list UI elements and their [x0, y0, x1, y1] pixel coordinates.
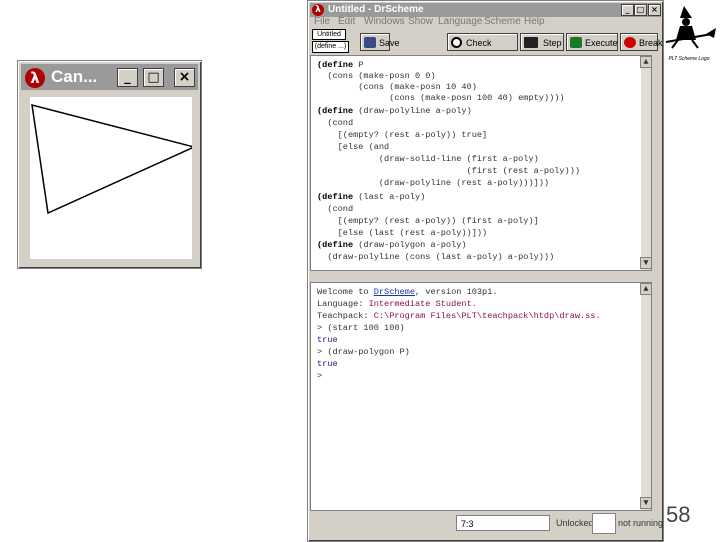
file-name-button[interactable]: Untitled	[312, 29, 346, 40]
drawing-canvas	[30, 97, 197, 259]
running-indicator-box	[592, 513, 616, 534]
menu-scheme[interactable]: Scheme	[484, 15, 521, 29]
code-line: (draw-polyline (cons (last a-poly) a-pol…	[317, 252, 555, 262]
code-line: (cond	[317, 204, 354, 214]
step-button[interactable]: Step	[520, 33, 564, 51]
save-button[interactable]: Save	[360, 33, 400, 51]
magnifier-icon	[451, 37, 462, 48]
drscheme-window: λ Untitled - DrScheme _ □ × File Edit Wi…	[307, 0, 664, 542]
scroll-up-arrow[interactable]: ▲	[640, 283, 652, 295]
break-label: Break	[639, 38, 663, 48]
lambda-icon: λ	[25, 68, 45, 88]
step-icon	[524, 37, 538, 48]
menu-bar: File Edit Windows Show Language Scheme H…	[314, 15, 654, 29]
save-label: Save	[379, 38, 400, 48]
code-line: (draw-solid-line (first a-poly)	[317, 154, 539, 164]
menu-help[interactable]: Help	[524, 15, 545, 29]
code-line: (define P	[317, 60, 364, 70]
repl-result: true	[317, 359, 338, 369]
canvas-window: λ Can... _ □ ×	[17, 60, 202, 269]
code-line: (define (draw-polyline a-poly)	[317, 106, 472, 116]
drscheme-link[interactable]: DrScheme	[374, 287, 415, 297]
scroll-down-arrow[interactable]: ▼	[640, 497, 652, 509]
definitions-pane[interactable]: (define P (cons (make-posn 0 0) (cons (m…	[310, 55, 652, 271]
definitions-vscrollbar[interactable]: ▲ ▼	[640, 56, 652, 270]
code-line: (cons (make-posn 100 40) empty))))	[317, 93, 565, 103]
menu-windows[interactable]: Windows	[364, 15, 405, 29]
menu-file[interactable]: File	[314, 15, 330, 29]
repl-command: > (start 100 100)	[317, 323, 405, 333]
minimize-button[interactable]: _	[117, 68, 138, 87]
stop-sign-icon	[624, 37, 636, 48]
check-syntax-button[interactable]: Check Syntax	[447, 33, 518, 66]
repl-result: true	[317, 335, 338, 345]
define-popup-button[interactable]: (define ...)	[312, 41, 349, 53]
running-status: not running	[618, 518, 664, 528]
code-line: (define (draw-polygon a-poly)	[317, 240, 467, 250]
execute-label: Execute	[585, 38, 618, 48]
teachpack-line: Teachpack: C:\Program Files\PLT\teachpac…	[317, 311, 601, 321]
logo-caption: PLT Scheme Logo	[668, 56, 710, 62]
break-button[interactable]: Break	[620, 33, 663, 51]
menu-language[interactable]: Language	[438, 15, 483, 29]
execute-arrow-icon	[570, 37, 582, 48]
code-line: [(empty? (rest a-poly)) true]	[317, 130, 488, 140]
code-line: (draw-polyline (rest a-poly)))]))	[317, 178, 550, 188]
menu-edit[interactable]: Edit	[338, 15, 355, 29]
disk-icon	[364, 37, 376, 48]
lock-status[interactable]: Unlocked	[556, 515, 594, 531]
code-line: [else (last (rest a-poly))]))	[317, 228, 488, 238]
code-line: [else (and	[317, 142, 390, 152]
interactions-pane[interactable]: Welcome to DrScheme, version 103p1. Lang…	[310, 282, 652, 511]
maximize-button[interactable]: □	[143, 68, 164, 87]
repl-command: > (draw-polygon P)	[317, 347, 410, 357]
plt-logo: PLT Scheme Logo	[662, 4, 716, 62]
repl-prompt[interactable]: >	[317, 371, 322, 382]
language-line: Language: Intermediate Student.	[317, 299, 477, 309]
scroll-down-arrow[interactable]: ▼	[640, 257, 652, 269]
code-line: (first (rest a-poly)))	[317, 166, 581, 176]
triangle-shape	[31, 103, 197, 215]
execute-button[interactable]: Execute	[566, 33, 618, 51]
step-label: Step	[543, 38, 562, 48]
code-line: (define (last a-poly)	[317, 192, 426, 202]
polygon-drawing	[31, 103, 197, 215]
witch-logo-icon	[665, 6, 716, 49]
close-button[interactable]: ×	[174, 68, 195, 87]
code-line: [(empty? (rest a-poly)) (first a-poly)]	[317, 216, 539, 226]
code-line: (cons (make-posn 0 0)	[317, 71, 436, 81]
code-line: (cons (make-posn 10 40)	[317, 82, 477, 92]
interactions-vscrollbar[interactable]: ▲ ▼	[640, 283, 652, 510]
cursor-position-field: 7:3	[456, 515, 550, 531]
canvas-titlebar[interactable]: λ Can... _ □ ×	[21, 64, 198, 90]
code-line: (cond	[317, 118, 354, 128]
scroll-up-arrow[interactable]: ▲	[640, 56, 652, 68]
page-number: 58	[666, 502, 691, 527]
toolbar: Untitled (define ...) Save Check Syntax …	[310, 29, 663, 66]
status-bar: 7:3 Unlocked not running	[310, 513, 664, 537]
canvas-title: Can...	[51, 67, 98, 86]
welcome-line: Welcome to DrScheme, version 103p1.	[317, 287, 498, 297]
menu-show[interactable]: Show	[408, 15, 433, 29]
